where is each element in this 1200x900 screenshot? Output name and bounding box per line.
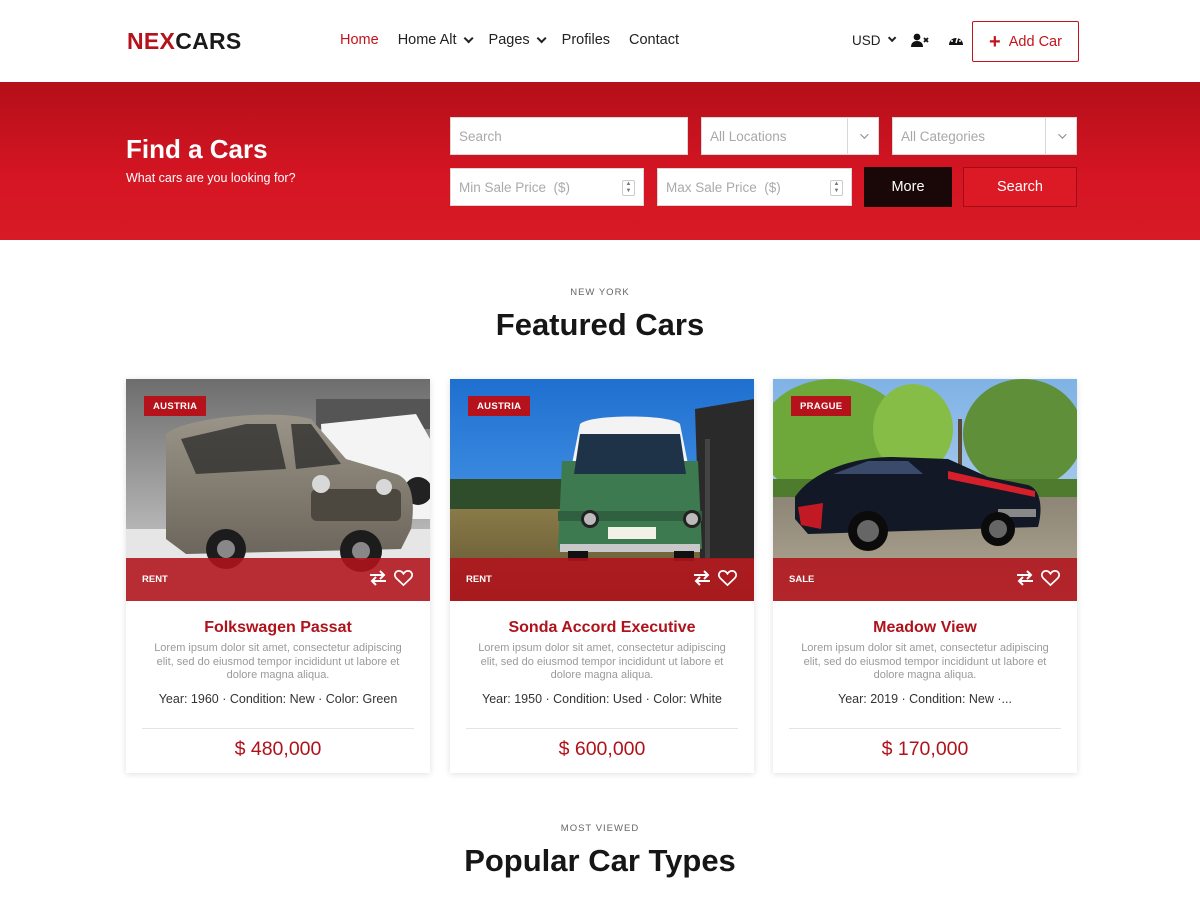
car-card[interactable]: AUSTRIA RENT Folkswagen Passat Lorem ips… [126, 379, 430, 773]
location-badge: AUSTRIA [144, 396, 207, 416]
heart-icon[interactable] [1041, 569, 1060, 587]
brand-logo[interactable]: NEXCARS [127, 28, 242, 55]
card-divider [142, 728, 414, 729]
search-input[interactable] [459, 128, 687, 144]
car-specs: Year: 1950 · Condition: Used · Color: Wh… [482, 692, 722, 706]
plus-icon: + [989, 30, 1001, 53]
search-field [450, 117, 688, 155]
car-name[interactable]: Folkswagen Passat [126, 619, 430, 637]
location-select-value: All Locations [710, 128, 787, 144]
heart-icon[interactable] [718, 569, 737, 587]
min-price-field: ▲▼ [450, 168, 644, 206]
nav-item-home[interactable]: Home [340, 32, 379, 48]
add-car-button[interactable]: + Add Car [972, 21, 1079, 62]
currency-selector[interactable]: USD [852, 32, 896, 48]
main-nav: Home Home Alt Pages Profiles Contact [340, 32, 698, 48]
compare-arrows-icon[interactable] [693, 570, 711, 586]
nav-item-profiles[interactable]: Profiles [562, 32, 610, 48]
car-price: $ 600,000 [558, 738, 646, 760]
location-badge: AUSTRIA [468, 396, 531, 416]
nav-item-label: Profiles [561, 32, 611, 48]
search-button[interactable]: Search [963, 167, 1077, 207]
car-description: Lorem ipsum dolor sit amet, consectetur … [478, 642, 726, 681]
currency-label: USD [852, 32, 881, 48]
add-car-label: Add Car [1008, 33, 1062, 50]
section-eyebrow: MOST VIEWED [560, 823, 640, 834]
nav-item-label: Contact [629, 32, 679, 48]
car-card[interactable]: PRAGUE SALE Meadow View Lorem ipsum dolo… [773, 379, 1077, 773]
hero-subtitle: What cars are you looking for? [126, 171, 296, 185]
nav-item-contact[interactable]: Contact [629, 32, 679, 48]
category-select-value: All Categories [901, 128, 986, 144]
car-price: $ 170,000 [881, 738, 969, 760]
car-description: Lorem ipsum dolor sit amet, consectetur … [801, 642, 1049, 681]
user-remove-icon[interactable] [910, 32, 929, 48]
deal-type-label: RENT [142, 574, 168, 585]
compare-arrows-icon[interactable] [369, 570, 387, 586]
car-specs: Year: 1960 · Condition: New · Color: Gre… [158, 692, 398, 706]
location-badge: PRAGUE [791, 396, 852, 416]
section-title: Popular Car Types [464, 843, 736, 878]
chevron-down-icon [887, 33, 896, 43]
heart-icon[interactable] [394, 569, 413, 587]
compare-arrows-icon[interactable] [1016, 570, 1034, 586]
nav-item-pages[interactable]: Pages [488, 32, 547, 48]
chevron-down-icon [536, 32, 547, 43]
number-stepper-icon[interactable]: ▲ ▼ [622, 180, 635, 196]
car-description: Lorem ipsum dolor sit amet, consectetur … [154, 642, 402, 681]
more-filters-button[interactable]: More [864, 167, 952, 207]
card-divider [789, 728, 1061, 729]
car-card[interactable]: AUSTRIA RENT Sonda Accord Executive Lore… [450, 379, 754, 773]
nav-item-label: Home [340, 32, 379, 48]
section-title: Featured Cars [495, 307, 705, 342]
car-name[interactable]: Sonda Accord Executive [450, 619, 754, 637]
max-price-input[interactable] [666, 179, 851, 195]
chevron-down-icon [1045, 118, 1076, 154]
car-name[interactable]: Meadow View [773, 619, 1077, 637]
brand-logo-part2: CARS [175, 28, 242, 54]
category-select[interactable]: All Categories [892, 117, 1077, 155]
location-select[interactable]: All Locations [701, 117, 879, 155]
top-navbar: NEXCARS Home Home Alt Pages Profiles Con… [0, 0, 1200, 82]
brand-logo-part1: NEX [127, 28, 176, 54]
nav-item-home-alt[interactable]: Home Alt [397, 32, 474, 48]
min-price-input[interactable] [459, 179, 643, 195]
chevron-down-icon [463, 32, 474, 43]
max-price-field: ▲▼ [657, 168, 852, 206]
deal-type-label: RENT [466, 574, 492, 585]
chevron-down-icon [847, 118, 878, 154]
nav-item-label: Pages [488, 32, 530, 48]
car-specs: Year: 2019 · Condition: New ·... [838, 692, 1012, 706]
header-tools: USD [852, 32, 965, 48]
section-eyebrow: NEW YORK [570, 287, 630, 298]
number-stepper-icon[interactable]: ▲ ▼ [830, 180, 843, 196]
hero-title: Find a Cars [126, 134, 268, 164]
car-price: $ 480,000 [234, 738, 322, 760]
nav-item-label: Home Alt [397, 32, 457, 48]
dashboard-gauge-icon[interactable] [947, 32, 965, 48]
deal-type-label: SALE [789, 574, 815, 585]
card-divider [466, 728, 738, 729]
hero-search-banner: Find a Cars What cars are you looking fo… [0, 82, 1200, 240]
